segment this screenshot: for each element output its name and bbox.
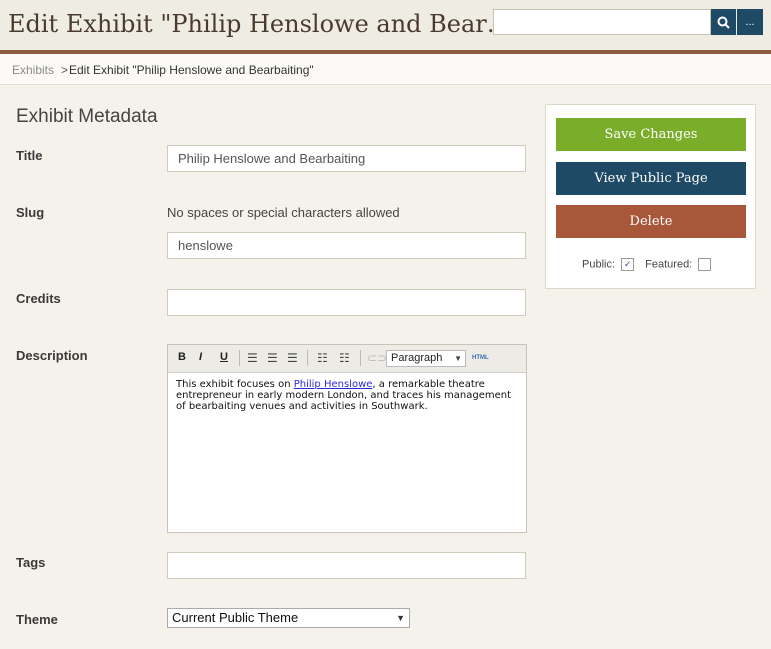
tags-label: Tags bbox=[16, 555, 46, 570]
bullet-list-icon[interactable]: ☷ bbox=[317, 351, 328, 365]
delete-button[interactable]: Delete bbox=[556, 205, 746, 238]
header: Edit Exhibit "Philip Henslowe and Bear… … bbox=[0, 0, 771, 52]
featured-label: Featured: bbox=[645, 258, 693, 271]
view-public-page-button[interactable]: View Public Page bbox=[556, 162, 746, 195]
page-title: Edit Exhibit "Philip Henslowe and Bear… bbox=[8, 10, 511, 38]
align-left-icon[interactable]: ☰ bbox=[247, 351, 258, 365]
advanced-search-button[interactable]: ... bbox=[737, 9, 763, 35]
breadcrumb-separator: > bbox=[61, 63, 69, 77]
bold-button[interactable]: B bbox=[178, 351, 186, 363]
editor-toolbar: B I U ☰ ☰ ☰ ☷ ☷ ⊂⊃ Paragraph ▼ HTML bbox=[168, 345, 526, 373]
numbered-list-icon[interactable]: ☷ bbox=[339, 351, 350, 365]
italic-button[interactable]: I bbox=[199, 351, 202, 363]
html-button[interactable]: HTML bbox=[472, 355, 489, 361]
link-icon[interactable]: ⊂⊃ bbox=[367, 351, 387, 365]
description-editor[interactable]: B I U ☰ ☰ ☰ ☷ ☷ ⊂⊃ Paragraph ▼ HTML This… bbox=[167, 344, 527, 533]
format-select[interactable]: Paragraph ▼ bbox=[386, 350, 466, 367]
public-label: Public: bbox=[582, 258, 616, 271]
featured-checkbox[interactable] bbox=[698, 258, 712, 271]
breadcrumb-exhibits-link[interactable]: Exhibits bbox=[12, 63, 54, 77]
align-right-icon[interactable]: ☰ bbox=[287, 351, 298, 365]
description-label: Description bbox=[16, 348, 88, 363]
theme-select[interactable]: Current Public Theme ▼ bbox=[167, 608, 410, 628]
editor-text: This exhibit focuses on bbox=[176, 379, 294, 390]
chevron-down-icon: ▼ bbox=[454, 354, 462, 363]
underline-button[interactable]: U bbox=[220, 351, 228, 363]
actions-panel: Save Changes View Public Page Delete Pub… bbox=[545, 104, 756, 289]
slug-hint: No spaces or special characters allowed bbox=[167, 205, 400, 220]
editor-link[interactable]: Philip Henslowe bbox=[294, 379, 373, 390]
align-center-icon[interactable]: ☰ bbox=[267, 351, 278, 365]
search-input[interactable] bbox=[493, 9, 711, 35]
format-select-value: Paragraph bbox=[391, 352, 443, 364]
editor-content[interactable]: This exhibit focuses on Philip Henslowe,… bbox=[168, 373, 526, 418]
credits-input[interactable] bbox=[167, 289, 526, 316]
section-title: Exhibit Metadata bbox=[16, 106, 158, 127]
toolbar-divider bbox=[360, 350, 361, 366]
tags-input[interactable] bbox=[167, 552, 526, 579]
slug-input[interactable]: henslowe bbox=[167, 232, 526, 259]
chevron-down-icon: ▼ bbox=[396, 613, 405, 623]
credits-label: Credits bbox=[16, 291, 61, 306]
public-checkbox[interactable]: ✓ bbox=[621, 258, 635, 271]
slug-label: Slug bbox=[16, 205, 45, 220]
visibility-options: Public: ✓ Featured: bbox=[582, 258, 719, 271]
breadcrumb-current: Edit Exhibit "Philip Henslowe and Bearba… bbox=[69, 63, 314, 77]
title-input[interactable]: Philip Henslowe and Bearbaiting bbox=[167, 145, 526, 172]
search-icon bbox=[717, 16, 730, 29]
toolbar-divider bbox=[239, 350, 240, 366]
theme-label: Theme bbox=[16, 612, 58, 627]
toolbar-divider bbox=[307, 350, 308, 366]
save-changes-button[interactable]: Save Changes bbox=[556, 118, 746, 151]
theme-select-value: Current Public Theme bbox=[172, 610, 299, 625]
search-button[interactable] bbox=[711, 9, 736, 35]
breadcrumb: Exhibits > Edit Exhibit "Philip Henslowe… bbox=[0, 54, 771, 85]
title-label: Title bbox=[16, 148, 43, 163]
